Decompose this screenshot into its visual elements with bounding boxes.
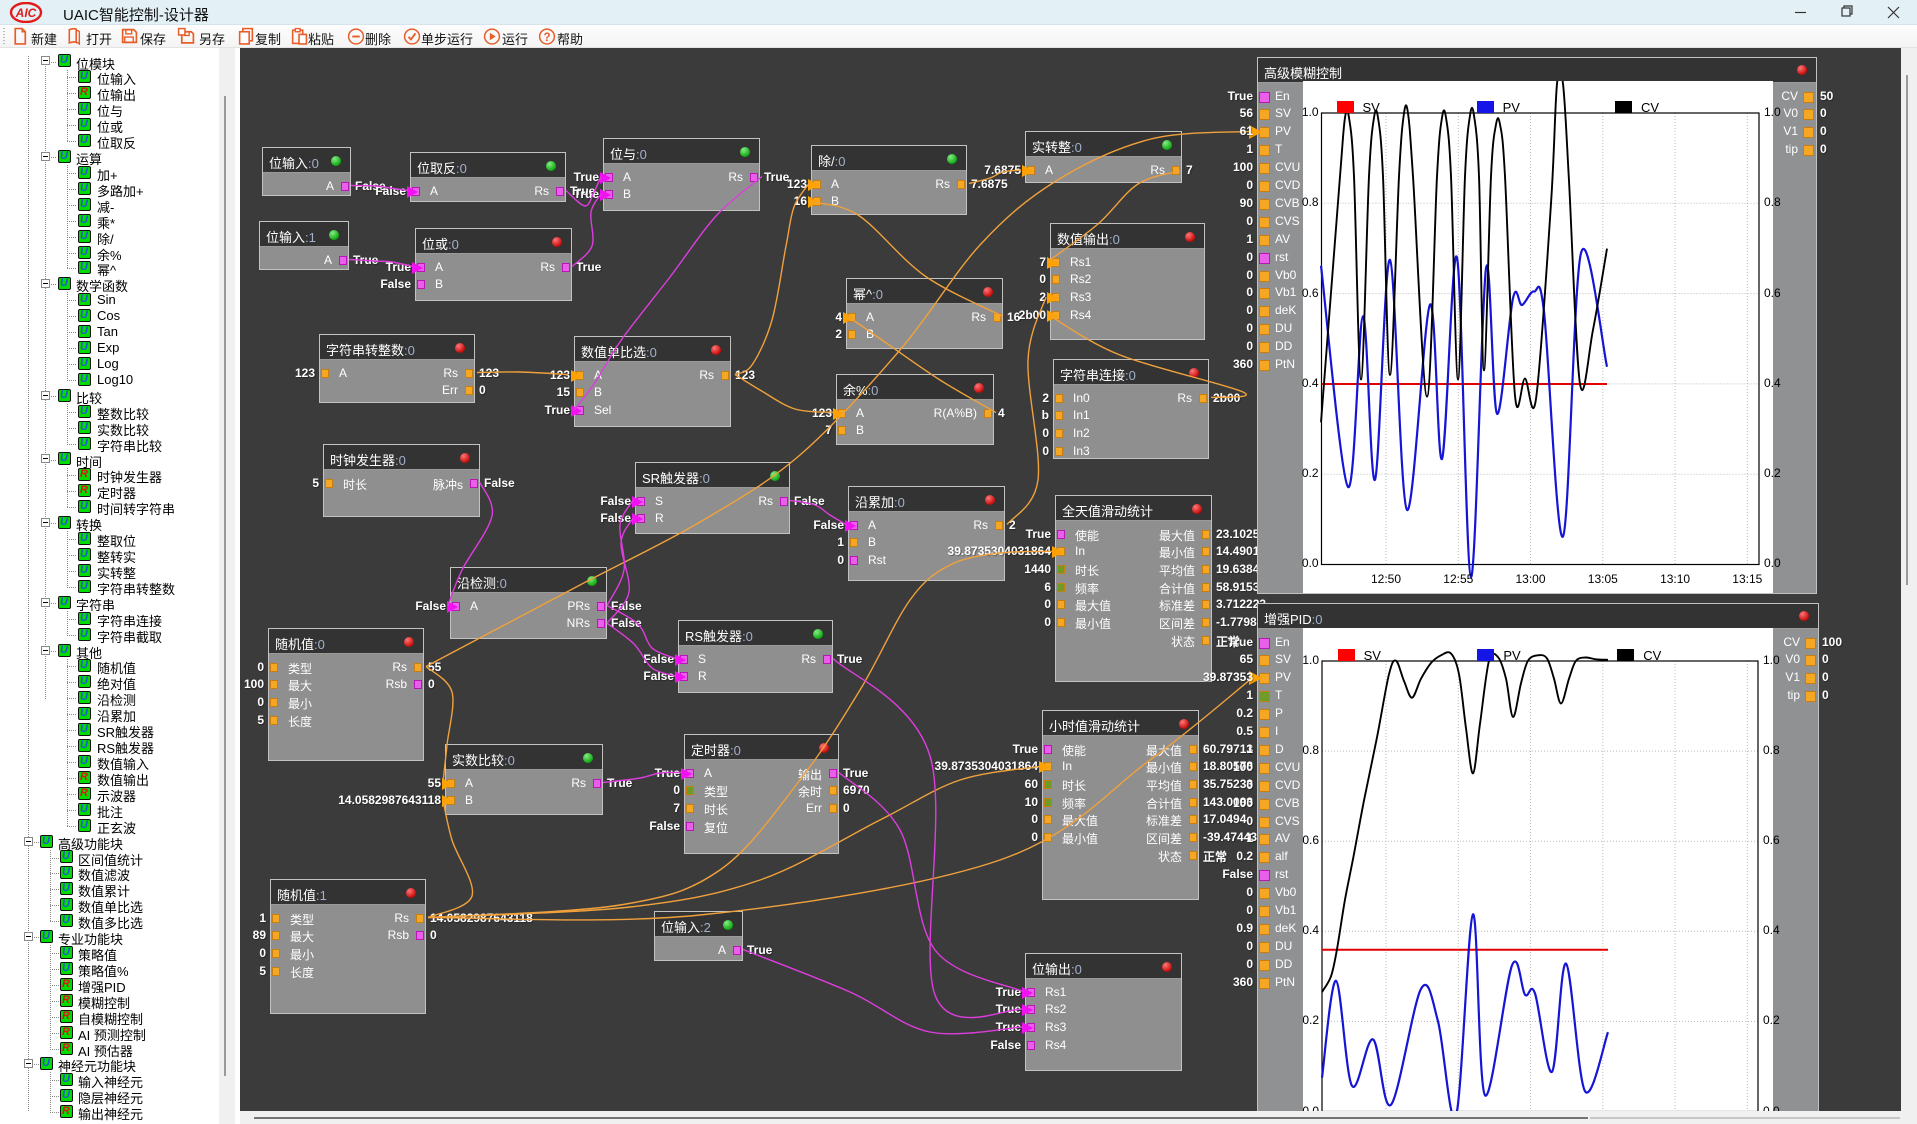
svg-text:AIC: AIC [15, 6, 37, 20]
svg-text:?: ? [543, 31, 550, 44]
